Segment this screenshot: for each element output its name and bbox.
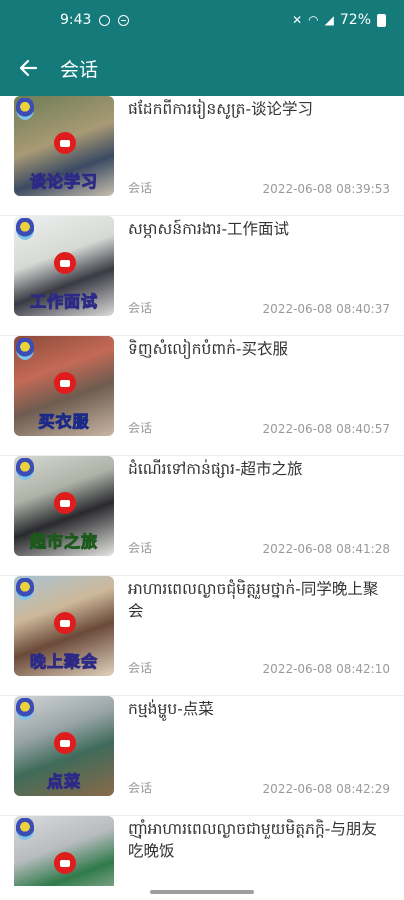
logo-icon <box>16 458 34 480</box>
item-title: កម្មង់ម្ហូប-点菜 <box>128 700 214 718</box>
play-icon <box>54 492 76 514</box>
logo-icon <box>16 578 34 600</box>
list-item[interactable]: 超市之旅 ដំណើរទៅកាន់ផ្សារ-超市之旅 会话 2022-06-08… <box>0 456 404 576</box>
video-thumbnail <box>14 816 114 886</box>
item-timestamp: 2022-06-08 08:42:29 <box>262 782 390 796</box>
logo-icon <box>16 698 34 720</box>
list-item[interactable]: ញ៉ាំអាហារពេលល្ងាចជាមួយមិត្តភក្តិ-与朋友吃晚饭 … <box>0 816 404 886</box>
item-title: ញ៉ាំអាហារពេលល្ងាចជាមួយមិត្តភក្តិ-与朋友吃晚饭 <box>128 820 377 860</box>
notification-circle-icon <box>99 14 111 26</box>
wifi-icon: ◠ <box>308 13 319 27</box>
play-icon <box>54 252 76 274</box>
list-item[interactable]: 晚上聚会 អាហារពេលល្ងាចជុំមិត្តរួមថ្នាក់-同学晚上… <box>0 576 404 696</box>
item-category: 会话 <box>128 421 153 435</box>
status-bar: 9:43 ✕ ◠ ◢ 72% <box>0 0 404 40</box>
item-category: 会话 <box>128 301 153 315</box>
app-bar: 会话 <box>0 40 404 96</box>
list-item[interactable]: 买衣服 ទិញសំលៀកបំពាក់-买衣服 会话 2022-06-08 08:… <box>0 336 404 456</box>
play-icon <box>54 372 76 394</box>
item-timestamp: 2022-06-08 08:40:57 <box>262 422 390 436</box>
item-title: អាហារពេលល្ងាចជុំមិត្តរួមថ្នាក់-同学晚上聚会 <box>128 580 379 620</box>
logo-icon <box>16 98 34 120</box>
item-category: 会话 <box>128 541 153 555</box>
video-thumbnail: 谈论学习 <box>14 96 114 196</box>
item-category: 会话 <box>128 781 153 795</box>
item-title: ដំណើរទៅកាន់ផ្សារ-超市之旅 <box>128 460 303 478</box>
signal-icon: ◢ <box>324 13 334 27</box>
item-timestamp: 2022-06-08 08:39:53 <box>262 182 390 196</box>
thumbnail-caption: 点菜 <box>46 772 81 792</box>
item-title: ទិញសំលៀកបំពាក់-买衣服 <box>128 340 289 358</box>
list-item[interactable]: 点菜 កម្មង់ម្ហូប-点菜 会话 2022-06-08 08:42:29 <box>0 696 404 816</box>
list-item[interactable]: 工作面试 សម្ភាសន៍ការងារ-工作面试 会话 2022-06-08 0… <box>0 216 404 336</box>
video-thumbnail: 点菜 <box>14 696 114 796</box>
play-icon <box>54 852 76 874</box>
arrow-back-icon <box>19 59 38 77</box>
play-icon <box>54 732 76 754</box>
logo-icon <box>16 818 34 840</box>
gesture-nav-handle[interactable] <box>150 890 254 894</box>
status-right: ✕ ◠ ◢ 72% <box>292 12 386 28</box>
play-icon <box>54 612 76 634</box>
video-thumbnail: 工作面试 <box>14 216 114 316</box>
list-item[interactable]: 谈论学习 ផដែកពីការរៀនសូត្រ-谈论学习 会话 2022-06-0… <box>0 96 404 216</box>
status-left: 9:43 <box>60 12 130 28</box>
mute-icon: ✕ <box>292 13 303 27</box>
video-thumbnail: 买衣服 <box>14 336 114 436</box>
status-time: 9:43 <box>60 12 92 28</box>
item-title: សម្ភាសន៍ការងារ-工作面试 <box>128 220 290 238</box>
item-timestamp: 2022-06-08 08:40:37 <box>262 302 390 316</box>
thumbnail-caption: 谈论学习 <box>29 172 98 192</box>
back-button[interactable] <box>0 40 56 96</box>
item-timestamp: 2022-06-08 08:42:10 <box>262 662 390 676</box>
thumbnail-caption: 工作面试 <box>29 292 98 312</box>
video-thumbnail: 晚上聚会 <box>14 576 114 676</box>
battery-percent: 72% <box>339 12 371 28</box>
battery-icon <box>377 13 386 27</box>
thumbnail-caption: 超市之旅 <box>29 532 98 552</box>
video-thumbnail: 超市之旅 <box>14 456 114 556</box>
thumbnail-caption: 晚上聚会 <box>29 652 98 672</box>
thumbnail-caption: 买衣服 <box>38 412 90 432</box>
do-not-disturb-icon <box>118 14 130 26</box>
play-icon <box>54 132 76 154</box>
logo-icon <box>16 218 34 240</box>
item-category: 会话 <box>128 661 153 675</box>
item-category: 会话 <box>128 181 153 195</box>
item-timestamp: 2022-06-08 08:41:28 <box>262 542 390 556</box>
page-title: 会话 <box>60 58 99 81</box>
conversation-list: 谈论学习 ផដែកពីការរៀនសូត្រ-谈论学习 会话 2022-06-0… <box>0 96 404 886</box>
logo-icon <box>16 338 34 360</box>
item-title: ផដែកពីការរៀនសូត្រ-谈论学习 <box>128 100 314 118</box>
